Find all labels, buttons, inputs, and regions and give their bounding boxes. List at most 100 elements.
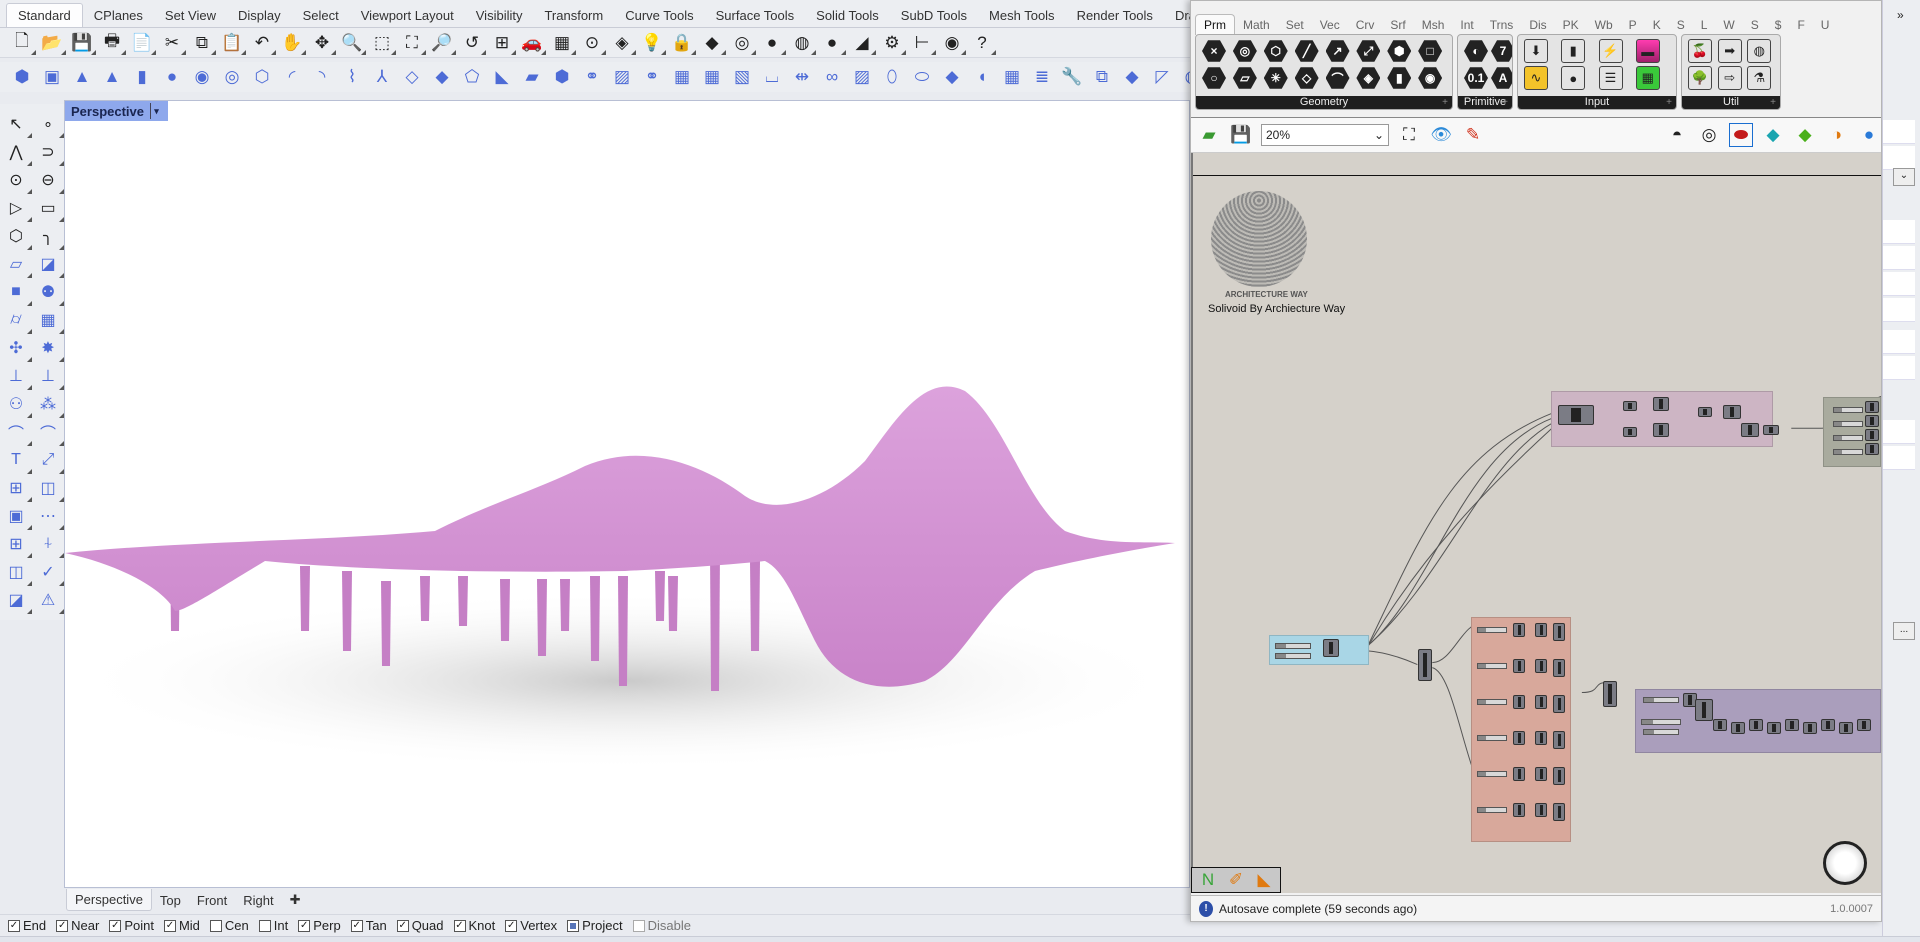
rhino-tab-mesh-tools[interactable]: Mesh Tools (978, 4, 1066, 27)
solid-tool-icon[interactable]: ⚭ (580, 65, 604, 89)
component[interactable] (1513, 767, 1525, 781)
property-field[interactable] (1883, 146, 1915, 170)
polyline-icon[interactable]: ⋀ (2, 138, 32, 166)
point-icon[interactable]: ∘ (34, 110, 64, 138)
four-viewports-icon[interactable]: ⊞ (490, 31, 516, 55)
no-preview-icon[interactable]: ◓ (1665, 123, 1689, 147)
surface-extrude-icon[interactable]: ◪ (34, 250, 64, 278)
rotate-view-icon[interactable]: ✥ (310, 31, 336, 55)
component[interactable] (1553, 659, 1565, 677)
osnap-cen[interactable]: Cen (209, 918, 249, 933)
ungroup-icon[interactable]: ⁂ (34, 390, 64, 418)
save-icon[interactable]: 💾 (70, 31, 96, 55)
solid-tool-icon[interactable]: ▦ (700, 65, 724, 89)
canvas-navigation-ball[interactable] (1823, 841, 1867, 885)
grasshopper-canvas[interactable]: ARCHITECTURE WAY Solivoid By Archiecture… (1191, 153, 1881, 893)
component[interactable] (1763, 425, 1779, 435)
property-field[interactable] (1883, 330, 1915, 354)
undo-icon[interactable]: ↶ (250, 31, 276, 55)
checkbox[interactable]: ✓ (350, 919, 363, 932)
component[interactable] (1558, 405, 1594, 425)
checkbox[interactable]: ✓ (109, 919, 122, 932)
zoom-selected-icon[interactable]: 🔎 (430, 31, 456, 55)
component-icon[interactable]: 🍒 (1688, 39, 1712, 63)
markov-widget-icon[interactable]: N (1196, 868, 1220, 892)
component[interactable] (1513, 659, 1525, 673)
component-icon[interactable]: ▮ (1387, 67, 1412, 89)
solid-tool-icon[interactable]: ∞ (820, 65, 844, 89)
component[interactable] (1323, 639, 1339, 657)
solid-tool-icon[interactable]: ◉ (190, 65, 214, 89)
solid-tool-icon[interactable]: ◸ (1150, 65, 1174, 89)
layer-icon[interactable]: ◆ (700, 31, 726, 55)
component[interactable] (1653, 423, 1669, 437)
solid-tool-icon[interactable]: ⬢ (10, 65, 34, 89)
component-icon[interactable]: 0.1 (1464, 67, 1488, 89)
polygon-icon[interactable]: ⬡ (2, 222, 32, 250)
component[interactable] (1695, 699, 1713, 721)
component-icon[interactable]: 🌳 (1688, 66, 1712, 90)
solid-tool-icon[interactable]: ▲ (70, 65, 94, 89)
gh-tab-p[interactable]: P (1621, 15, 1645, 35)
solid-tool-icon[interactable]: ⧉ (1090, 65, 1114, 89)
arc-icon[interactable]: ▷ (2, 194, 32, 222)
solid-tool-icon[interactable]: ◆ (1120, 65, 1144, 89)
component[interactable] (1418, 649, 1432, 681)
rhino-tab-cplanes[interactable]: CPlanes (83, 4, 154, 27)
solid-tool-icon[interactable]: ▨ (610, 65, 634, 89)
gh-tab-s[interactable]: S (1743, 15, 1767, 35)
shaded-sphere-icon[interactable]: ● (760, 31, 786, 55)
sphere-union-icon[interactable]: ⚉ (34, 278, 64, 306)
print-icon[interactable]: 🖶 (100, 31, 126, 55)
spotlight-icon[interactable]: ◢ (850, 31, 876, 55)
component[interactable] (1865, 429, 1879, 441)
component[interactable] (1513, 803, 1525, 817)
preview-green-icon[interactable]: ◆ (1793, 123, 1817, 147)
component-icon[interactable]: ▬ (1635, 39, 1660, 63)
new-file-icon[interactable]: 🗋 (10, 31, 36, 55)
solid-tool-icon[interactable]: ▧ (730, 65, 754, 89)
gh-tab-set[interactable]: Set (1278, 15, 1312, 35)
component-icon[interactable]: ⇨ (1717, 66, 1742, 90)
grasshopper-icon[interactable]: ◉ (940, 31, 966, 55)
solid-tool-icon[interactable]: ⌴ (760, 65, 784, 89)
checkbox[interactable] (209, 919, 222, 932)
gh-tab-s[interactable]: S (1669, 15, 1693, 35)
gh-tab-k[interactable]: K (1645, 15, 1669, 35)
component[interactable] (1723, 405, 1741, 419)
copy-icon[interactable]: ⧉ (190, 31, 216, 55)
solid-tool-icon[interactable]: ≣ (1030, 65, 1054, 89)
rhino-tab-curve-tools[interactable]: Curve Tools (614, 4, 704, 27)
trim-icon[interactable]: ⊥ (2, 362, 32, 390)
panel-label[interactable]: Primitive (1458, 96, 1512, 109)
number-slider[interactable] (1275, 653, 1311, 659)
component[interactable] (1535, 695, 1547, 709)
array-grid-icon[interactable]: ⊞ (2, 530, 32, 558)
component[interactable] (1653, 397, 1669, 411)
component-icon[interactable]: ∿ (1524, 66, 1548, 90)
select-arrow-icon[interactable]: ↖ (2, 110, 32, 138)
number-slider[interactable] (1833, 407, 1863, 413)
component-icon[interactable]: 7 (1491, 40, 1512, 62)
number-slider[interactable] (1477, 627, 1507, 633)
check-icon[interactable]: ✓ (34, 558, 64, 586)
component[interactable] (1623, 401, 1637, 411)
sketch-pen-icon[interactable]: ✎ (1461, 123, 1485, 147)
component-icon[interactable]: ▦ (1635, 66, 1660, 90)
wireframe-preview-icon[interactable]: ◎ (1697, 123, 1721, 147)
component[interactable] (1803, 722, 1817, 734)
ruler-icon[interactable]: ⋯ (34, 502, 64, 530)
component[interactable] (1553, 731, 1565, 749)
osnap-vertex[interactable]: ✓ Vertex (505, 918, 557, 933)
number-slider[interactable] (1833, 449, 1863, 455)
rhino-tab-viewport-layout[interactable]: Viewport Layout (350, 4, 465, 27)
solid-tool-icon[interactable]: ▰ (520, 65, 544, 89)
checkbox[interactable]: ✓ (163, 919, 176, 932)
solid-tool-icon[interactable]: ⬢ (550, 65, 574, 89)
osnap-mid[interactable]: ✓ Mid (163, 918, 200, 933)
checkbox[interactable]: ✓ (56, 919, 69, 932)
cut-icon[interactable]: ✂ (160, 31, 186, 55)
gh-tab-u[interactable]: U (1813, 15, 1838, 35)
circle-icon[interactable]: ⊙ (2, 166, 32, 194)
rhino-tab-display[interactable]: Display (227, 4, 292, 27)
